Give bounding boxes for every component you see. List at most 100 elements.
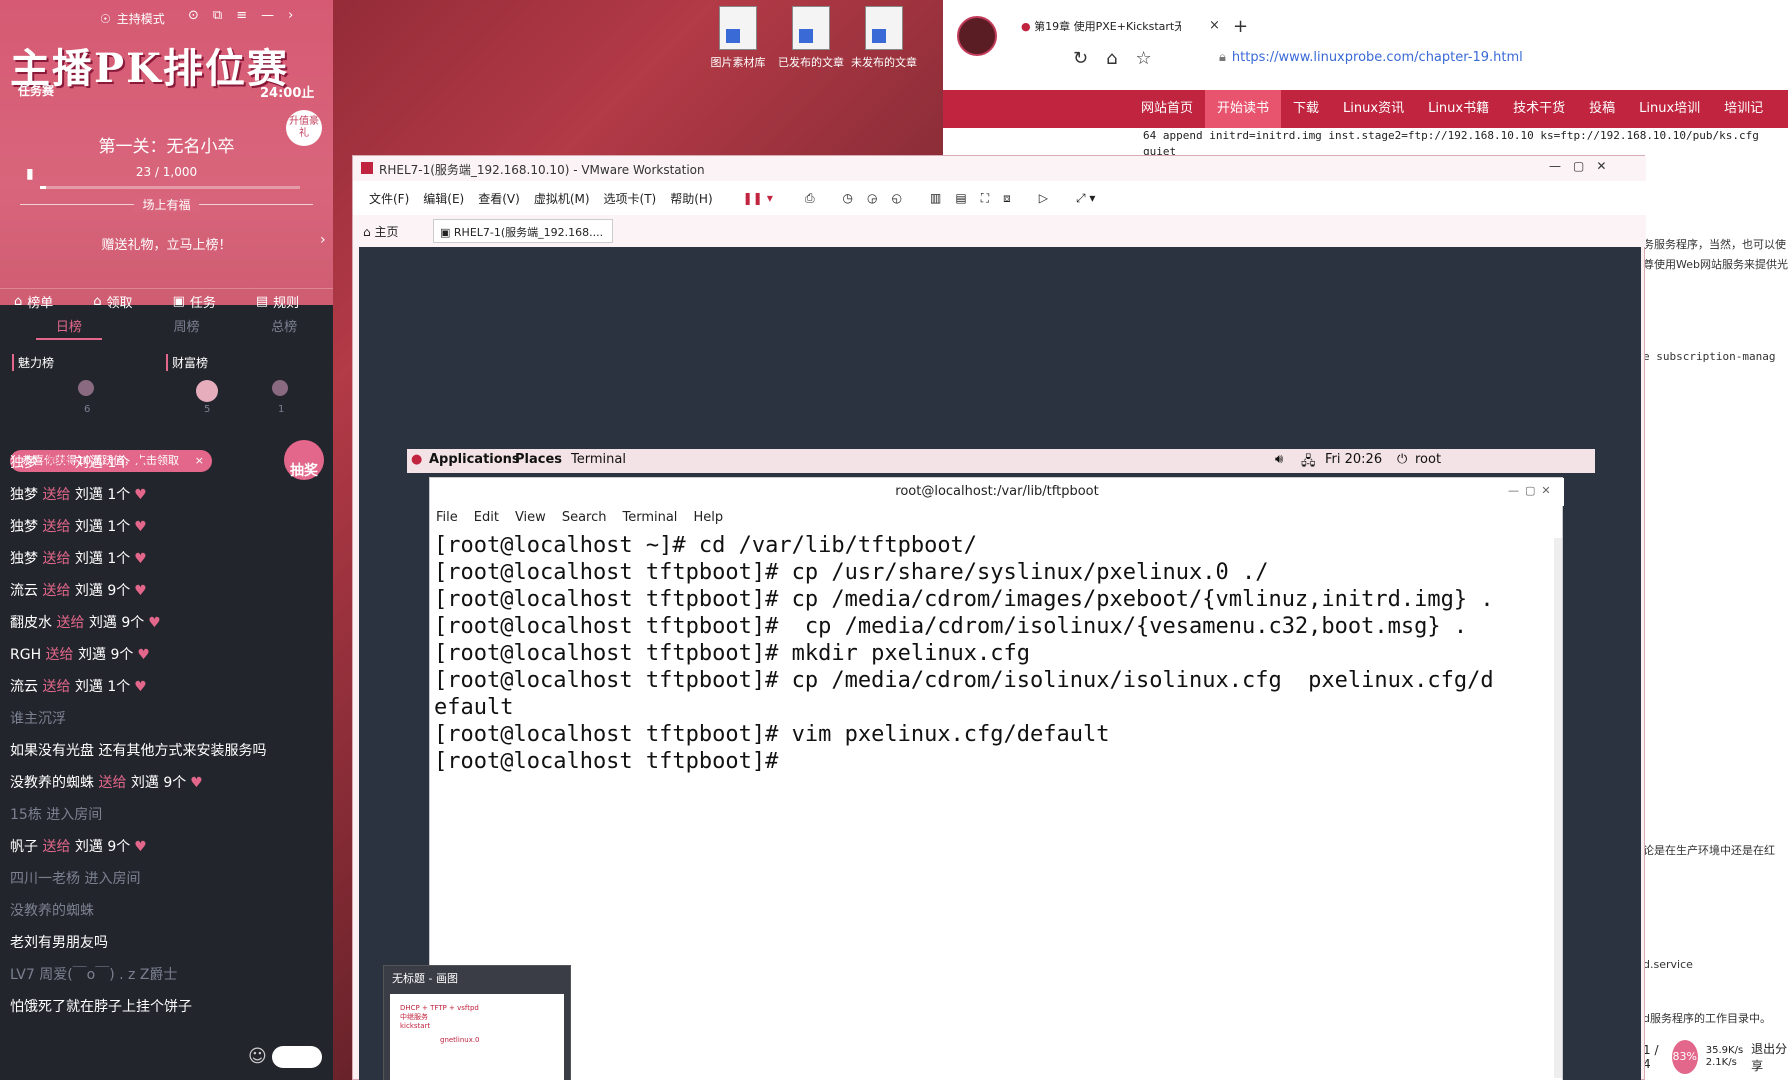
home-icon[interactable]: ⌂ [1106,48,1117,69]
rank-tab-total[interactable]: 总榜 [271,316,297,340]
places-menu[interactable]: Places [515,452,562,467]
tab-claim[interactable]: ⌂ 领取 [93,292,132,311]
nav-start-reading[interactable]: 开始读书 [1205,90,1282,128]
menu-edit[interactable]: 编辑(E) [423,190,464,207]
nav-training[interactable]: Linux培训 [1627,90,1712,128]
wealth-rank-label[interactable]: 财富榜 [166,354,208,371]
reload-icon[interactable]: ↻ [1073,48,1088,69]
terminal-menu-help[interactable]: Help [693,506,723,530]
chat-input-toggle[interactable] [272,1046,322,1068]
unity-icon[interactable]: ⧈ [1003,191,1011,206]
terminal-output[interactable]: [root@localhost ~]# cd /var/lib/tftpboot… [434,532,1554,1072]
avatar[interactable] [196,380,218,402]
tab-ranking[interactable]: ⌂ 榜单 [14,292,53,311]
thumbnail-view-icon[interactable]: ▤ [955,191,966,205]
chat-username[interactable]: 帆子 [10,839,42,855]
terminal-menu-view[interactable]: View [515,506,546,530]
new-tab-icon[interactable]: + [1233,16,1248,37]
rank-tab-weekly[interactable]: 周榜 [173,316,199,340]
desktop-icon-unpublished-articles[interactable]: 未发布的文章 [846,6,922,70]
chat-text: 刘邁 9个 [74,583,131,599]
terminal-menu-search[interactable]: Search [562,506,607,530]
nav-linux-news[interactable]: Linux资讯 [1331,90,1416,128]
browser-tab[interactable]: ● 第19章 使用PXE+Kickstart无… [1021,18,1181,42]
terminal-line: [root@localhost tftpboot]# vim pxelinux.… [434,722,1110,747]
menu-help[interactable]: 帮助(H) [670,190,712,207]
user-menu[interactable]: root [1415,452,1441,467]
volume-icon[interactable]: 🔊︎ [1275,452,1283,467]
pause-icon[interactable]: ❚❚ ▾ [743,191,773,205]
chat-username[interactable]: 谁主沉浮 [10,711,66,727]
charm-rank-label[interactable]: 魅力榜 [12,354,54,371]
minimize-icon[interactable]: — [1549,159,1561,173]
stretch-icon[interactable]: ⤢ ▾ [1076,191,1095,206]
emoji-icon[interactable]: ☺ [248,1046,267,1067]
settings-icon[interactable]: ⊙ [188,8,199,23]
applications-menu[interactable]: Applications [429,452,520,467]
tab-vm[interactable]: ▣ RHEL7-1(服务端_192.168.... [433,219,613,243]
chat-username[interactable]: 独梦 [10,551,42,567]
collapse-icon[interactable]: › [288,8,293,23]
clock[interactable]: Fri 20:26 [1325,452,1382,467]
chat-username[interactable]: LV7 周爱(￣o￣) . z Z爵士 [10,967,177,983]
desktop-icon-image-library[interactable]: 图片素材库 [700,6,776,70]
terminal-scrollbar[interactable] [1554,538,1562,1078]
nav-home[interactable]: 网站首页 [1129,90,1205,128]
chat-username[interactable]: RGH [10,647,46,663]
close-tab-icon[interactable]: × [1209,18,1220,33]
paint-thumbnail-window[interactable]: 无标题 - 画图 DHCP + TFTP + vsftpd 中继服务 kicks… [383,965,571,1080]
chat-username[interactable]: 独梦 [10,519,42,535]
address-bar[interactable]: 🔒︎ https://www.linuxprobe.com/chapter-19… [1219,50,1523,65]
tab-home[interactable]: ⌂ 主页 [363,223,398,240]
fullscreen-icon[interactable]: ⛶ [981,191,989,206]
sidebar-view-icon[interactable]: ▥ [930,191,941,205]
menu-vm[interactable]: 虚拟机(M) [534,190,590,207]
send-ctrl-alt-del-icon[interactable]: ⎙ [805,191,815,206]
revert-snapshot-icon[interactable]: ◶ [867,191,877,205]
chat-username[interactable]: 流云 [10,583,42,599]
nav-download[interactable]: 下载 [1281,90,1331,128]
menu-file[interactable]: 文件(F) [369,190,409,207]
maximize-icon[interactable]: ▢ [1525,484,1535,497]
chat-username[interactable]: 独梦 [10,487,42,503]
terminal-menu-file[interactable]: File [436,506,458,530]
popout-icon[interactable]: ⧉ [213,8,222,23]
terminal-app-menu[interactable]: Terminal [571,452,626,467]
user-icon[interactable]: ⏻ [1397,452,1407,467]
gift-cta[interactable]: 赠送礼物，立马上榜！ [0,234,333,253]
network-icon[interactable]: 🖧 [1301,452,1316,474]
tab-rules[interactable]: ▤ 规则 [256,292,299,311]
terminal-menu-terminal[interactable]: Terminal [622,506,677,530]
nav-linux-books[interactable]: Linux书籍 [1416,90,1501,128]
close-icon[interactable]: ✕ [1541,484,1550,497]
chat-username[interactable]: 没教养的蜘蛛 [10,903,94,919]
nav-submit[interactable]: 投稿 [1577,90,1627,128]
vm-console[interactable]: ● Applications Places Terminal 🔊︎ 🖧 Fri … [359,247,1641,1080]
menu-tabs[interactable]: 选项卡(T) [604,190,657,207]
minimize-icon[interactable]: — [261,8,274,23]
console-icon[interactable]: ▷ [1039,191,1048,205]
menu-view[interactable]: 查看(V) [478,190,520,207]
exit-share-button[interactable]: 退出分享 [1751,1040,1788,1074]
bookmark-star-icon[interactable]: ☆ [1136,48,1152,69]
nav-tech[interactable]: 技术干货 [1501,90,1577,128]
avatar[interactable] [272,380,288,396]
rank-tab-daily[interactable]: 日榜 [35,316,102,340]
menu-icon[interactable]: ≡ [236,8,247,23]
profile-avatar[interactable] [957,16,997,56]
avatar[interactable] [78,380,94,396]
close-icon[interactable]: ✕ [1596,159,1606,173]
maximize-icon[interactable]: ▢ [1573,159,1584,173]
nav-training-log[interactable]: 培训记 [1712,90,1775,128]
chat-username[interactable]: 流云 [10,679,42,695]
tab-tasks[interactable]: ▣ 任务 [173,292,216,311]
desktop-icon-published-articles[interactable]: 已发布的文章 [773,6,849,70]
chat-username[interactable]: 翻皮水 [10,615,56,631]
snapshot-icon[interactable]: ◷ [843,191,853,205]
snapshot-manager-icon[interactable]: ◵ [892,191,902,205]
chat-username[interactable]: 独梦 [10,455,42,471]
terminal-menu-edit[interactable]: Edit [474,506,499,530]
minimize-icon[interactable]: — [1508,484,1519,497]
chevron-right-icon[interactable]: › [320,232,326,248]
chat-username[interactable]: 没教养的蜘蛛 [10,775,98,791]
